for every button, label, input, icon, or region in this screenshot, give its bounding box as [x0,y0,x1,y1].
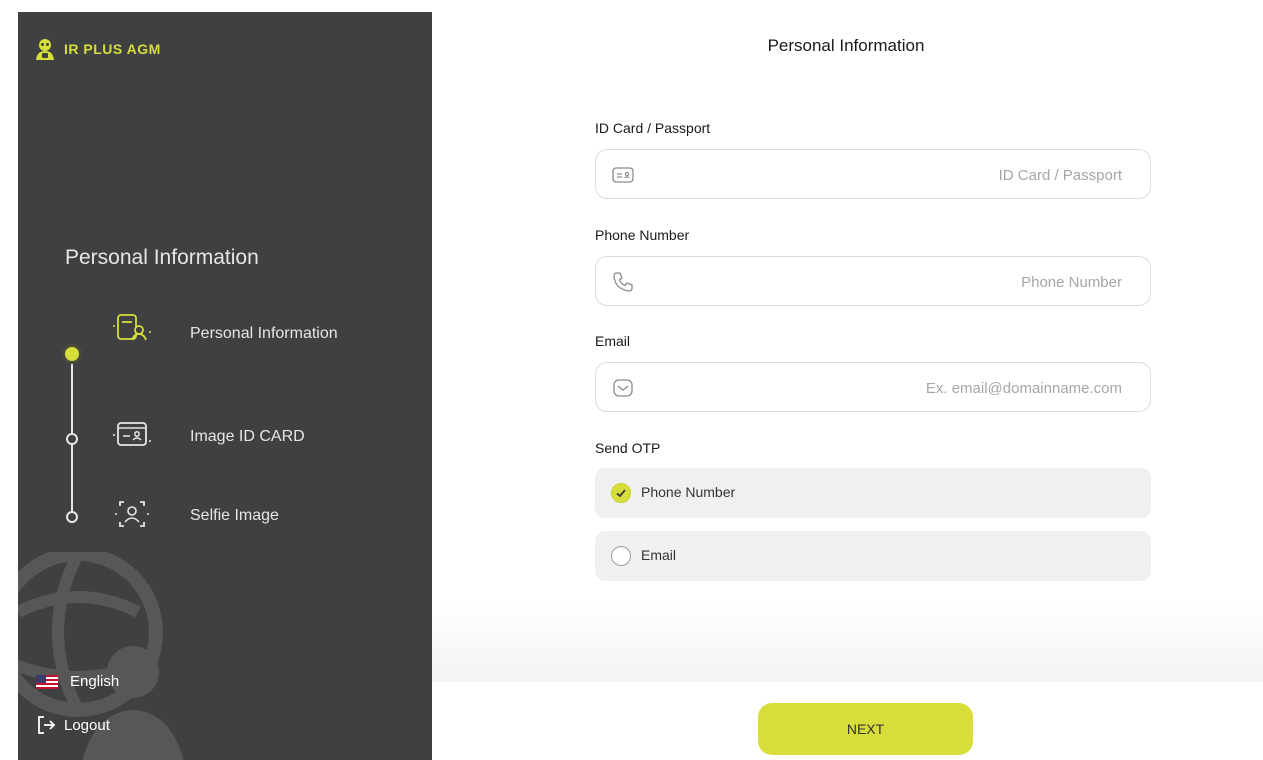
id-card-field[interactable] [595,149,1151,200]
step-dot [66,433,78,445]
phone-icon [613,272,633,292]
brand-mascot-icon [36,39,54,60]
radio-checked[interactable] [611,483,631,503]
mail-icon [613,379,633,397]
id-card-input[interactable] [652,150,1124,200]
id-card-person-icon [113,314,151,341]
selfie-frame-icon [115,501,149,527]
brand-logo: IR PLUS AGM [32,36,161,62]
brand-name: IR PLUS AGM [64,41,161,57]
otp-option-email-label: Email [641,547,677,563]
phone-field[interactable] [595,256,1151,307]
email-field[interactable] [595,362,1151,413]
step-dot-active [62,344,82,364]
sidebar-title: Personal Information [65,246,259,269]
send-otp-label: Send OTP [595,440,661,456]
phone-label: Phone Number [595,227,690,243]
step-selfie-image[interactable]: Selfie Image [190,504,350,528]
language-label: English [70,673,120,690]
otp-option-email[interactable]: Email [595,531,1151,581]
us-flag-icon [36,674,58,689]
id-card-icon [612,167,634,183]
logout-icon [38,716,56,734]
logout-button[interactable]: Logout [36,715,110,735]
step-dot [66,511,78,523]
radio-unchecked[interactable] [611,546,631,566]
next-button[interactable]: NEXT [758,703,973,755]
page-title: Personal Information [767,36,925,55]
language-selector[interactable]: English [36,673,119,690]
footer-shadow [432,600,1263,682]
otp-option-phone[interactable]: Phone Number [595,468,1151,518]
step-image-id-card[interactable]: Image ID CARD [190,425,350,449]
step-personal-information[interactable]: Personal Information [190,322,350,346]
email-label: Email [595,333,631,349]
sidebar: IR PLUS AGM Personal Information Persona… [18,12,432,760]
id-card-icon [113,422,151,446]
otp-option-phone-label: Phone Number [641,484,736,500]
email-input[interactable] [652,363,1124,413]
check-icon [616,489,626,498]
logout-label: Logout [64,716,110,734]
phone-input[interactable] [652,257,1124,307]
id-card-label: ID Card / Passport [595,120,711,136]
